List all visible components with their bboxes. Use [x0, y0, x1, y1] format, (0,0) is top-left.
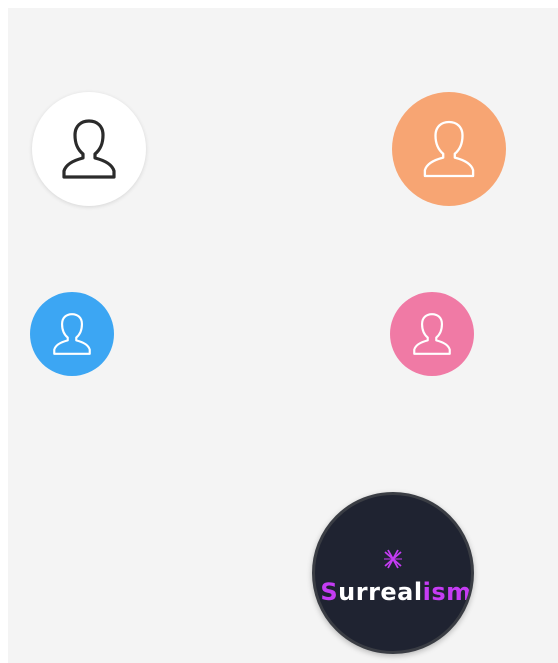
user-avatar-orange[interactable]: [392, 92, 506, 206]
user-icon: [423, 120, 475, 178]
surrealism-logo-text: Surrealism: [320, 580, 471, 604]
user-icon: [53, 313, 91, 355]
user-avatar-blue[interactable]: [30, 292, 114, 376]
logo-text-start: S: [320, 578, 339, 606]
logo-text-end: ism: [422, 578, 472, 606]
user-icon: [413, 313, 451, 355]
avatar-showcase-canvas: Surrealism: [8, 8, 558, 663]
logo-text-middle: urreal: [338, 578, 423, 606]
surrealism-logo-avatar[interactable]: Surrealism: [312, 492, 474, 654]
user-avatar-pink[interactable]: [390, 292, 474, 376]
user-icon: [62, 119, 116, 179]
user-avatar-white[interactable]: [32, 92, 146, 206]
surrealism-logo-icon: [384, 549, 402, 569]
